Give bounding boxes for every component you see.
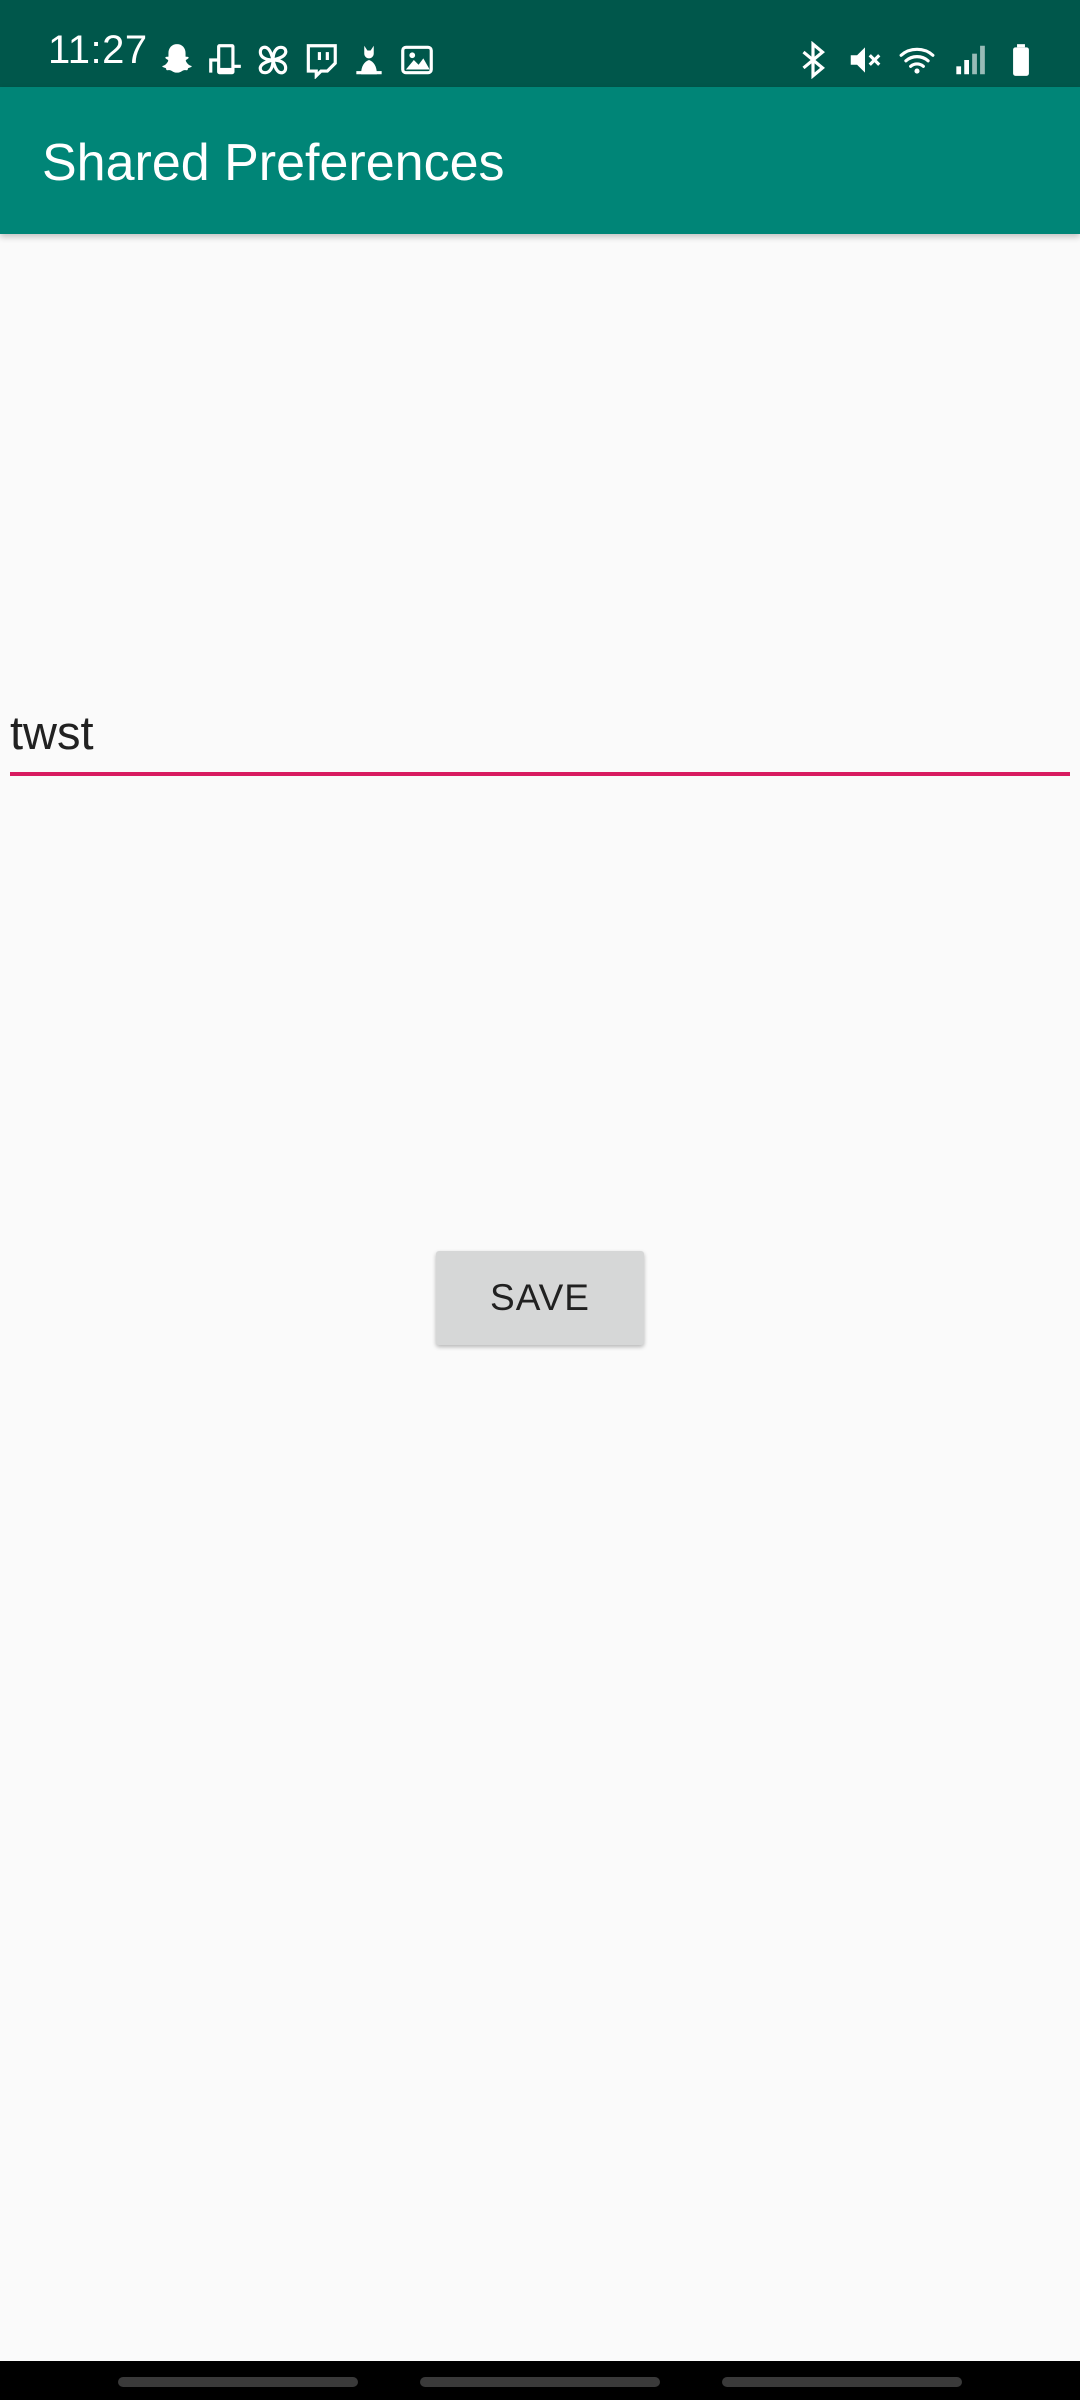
signal-icon: [956, 45, 985, 75]
bluetooth-icon: [802, 41, 825, 79]
recents-pill[interactable]: [118, 2377, 358, 2387]
twitch-icon: [306, 44, 337, 79]
save-button[interactable]: SAVE: [436, 1251, 644, 1345]
home-pill[interactable]: [420, 2377, 660, 2387]
system-icons: [794, 40, 1040, 80]
app-bar: Shared Preferences: [0, 87, 1080, 234]
wifi-icon: [899, 47, 935, 74]
navigation-bar: [0, 2361, 1080, 2400]
mute-icon: [850, 47, 881, 73]
cat-icon: [356, 45, 382, 75]
pinwheel-icon: [258, 45, 288, 75]
battery-icon: [1013, 44, 1029, 76]
snapchat-icon: [162, 44, 192, 73]
back-pill[interactable]: [722, 2377, 962, 2387]
notification-icons: [158, 40, 436, 80]
preference-edit-text[interactable]: [10, 700, 1070, 776]
phone-hand-icon: [209, 44, 241, 75]
status-bar: 11:27: [0, 0, 1080, 87]
image-icon: [401, 45, 433, 75]
app-title: Shared Preferences: [42, 134, 505, 192]
status-time: 11:27: [48, 28, 148, 72]
preference-input[interactable]: [10, 700, 1070, 776]
